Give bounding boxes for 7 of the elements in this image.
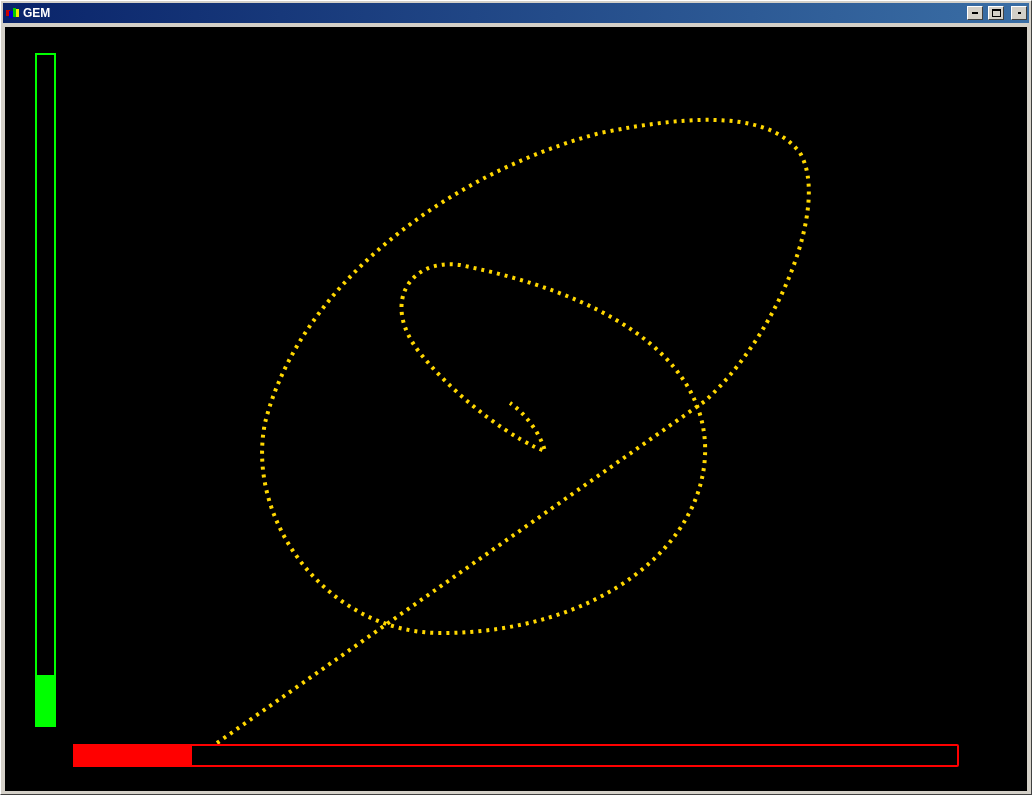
minimize-icon: [972, 12, 978, 14]
close-button[interactable]: [1011, 6, 1027, 20]
maximize-icon: [991, 9, 1001, 17]
window-title: GEM: [23, 6, 52, 20]
minimize-button[interactable]: [967, 6, 983, 20]
maximize-button[interactable]: [988, 6, 1004, 20]
app-logo-icon: [6, 7, 20, 19]
